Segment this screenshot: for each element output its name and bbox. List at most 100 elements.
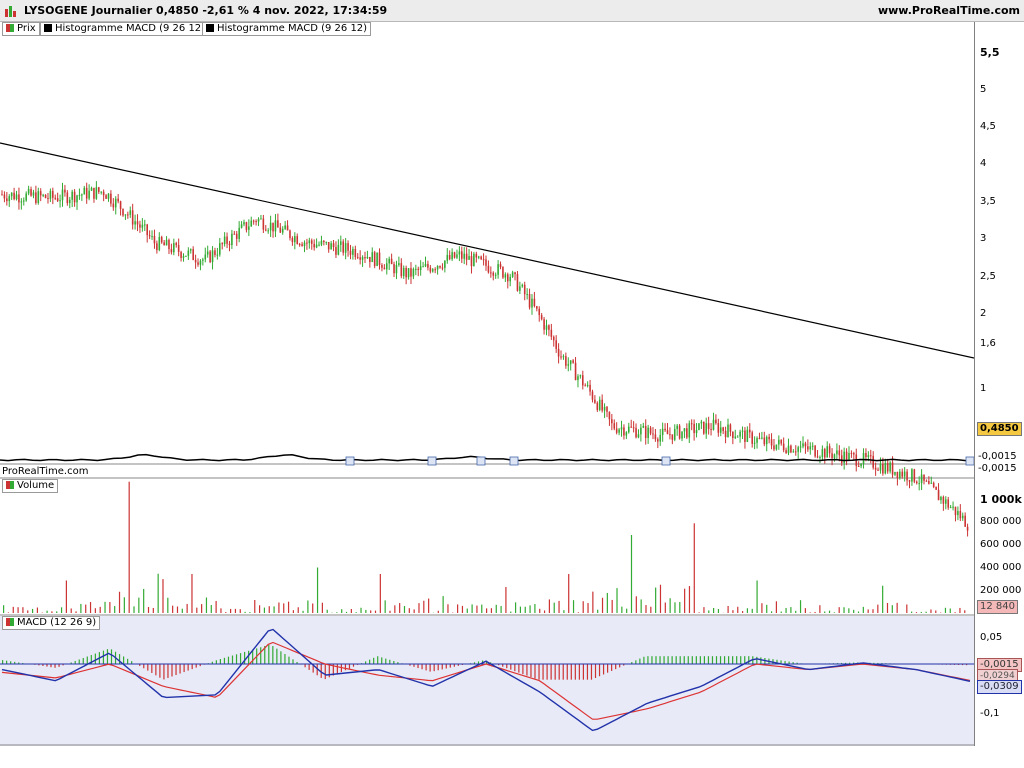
price-candle (732, 431, 734, 438)
volume-bar (688, 586, 691, 613)
volume-bar (3, 605, 5, 613)
price-candle (850, 452, 853, 454)
price-candle (112, 203, 115, 208)
hist-legend-1-swatch (44, 24, 52, 32)
price-candle (773, 445, 775, 450)
price-candle (136, 221, 139, 225)
macd-histogram-bar (538, 664, 540, 680)
macd-tick: -0,1 (980, 708, 1000, 719)
price-candle (899, 471, 901, 479)
price-candle (860, 463, 862, 467)
price-candle (173, 243, 175, 253)
macd-legend[interactable]: MACD (12 26 9) (2, 616, 101, 630)
price-candle (652, 433, 654, 435)
price-candle (908, 480, 911, 482)
last-volume-tag: 12 840 (977, 600, 1018, 614)
price-candle (56, 198, 59, 202)
macd-histogram-bar (510, 664, 512, 670)
macd-histogram-bar (611, 664, 613, 671)
watermark: ProRealTime.com (2, 466, 89, 477)
price-candle (630, 426, 632, 428)
volume-bar (379, 574, 381, 613)
price-candle (98, 187, 100, 192)
volume-bar (17, 607, 19, 613)
volume-bar (548, 599, 550, 613)
hist-legend-2[interactable]: Histogramme MACD (9 26 12) (202, 22, 372, 36)
volume-bar (770, 611, 773, 613)
volume-legend-label: Volume (17, 480, 55, 491)
hist-label: -0,0015 (978, 451, 1017, 462)
macd-histogram-bar (703, 656, 705, 664)
price-candle (310, 240, 313, 244)
volume-bar (650, 606, 652, 613)
volume-bar (273, 606, 275, 613)
price-candle (799, 446, 802, 448)
macd-histogram-bar (598, 664, 601, 677)
price-candle (427, 263, 429, 268)
price-candle (431, 269, 434, 272)
macd-histogram-bar (594, 664, 597, 679)
price-candle (8, 196, 11, 202)
macd-histogram-bar (385, 658, 387, 664)
price-candle (151, 236, 153, 238)
volume-bar (529, 605, 531, 613)
price-candle (177, 245, 180, 252)
volume-bar (355, 612, 357, 613)
hist-legend-1[interactable]: Histogramme MACD (9 26 12) (40, 22, 210, 36)
price-candle (548, 325, 550, 330)
volume-bar (693, 523, 695, 613)
price-candle (540, 315, 543, 320)
volume-bar (490, 608, 493, 613)
price-candle (642, 426, 645, 428)
hist-legend-1-label: Histogramme MACD (9 26 12) (55, 23, 206, 34)
price-candle (756, 438, 758, 443)
volume-bar (94, 608, 96, 613)
price-candle (308, 240, 311, 244)
price-candle (202, 259, 204, 261)
volume-bar (732, 610, 734, 613)
volume-bar (558, 600, 560, 613)
price-candle (18, 194, 20, 203)
volume-bar (626, 608, 628, 613)
macd-histogram-bar (663, 656, 665, 664)
price-candle (879, 463, 882, 471)
hist-legend-2-swatch (206, 24, 214, 32)
volume-bar (853, 609, 855, 613)
volume-bar (268, 606, 270, 613)
price-candle (262, 218, 265, 230)
macd-histogram-bar (683, 656, 685, 664)
hist-label: -0,0015 (978, 463, 1017, 474)
volume-bar (717, 608, 720, 613)
price-candle (10, 192, 13, 197)
price-candle (231, 233, 233, 246)
macd-histogram-bar (280, 651, 282, 664)
price-candle (673, 428, 676, 440)
macd-histogram-bar (607, 664, 609, 673)
price-candle (170, 249, 173, 253)
price-candle (884, 463, 887, 474)
volume-bar (611, 599, 613, 613)
volume-bar (128, 481, 130, 613)
price-candle (185, 255, 187, 257)
volume-bar (60, 607, 63, 613)
site-link[interactable]: www.ProRealTime.com (878, 4, 1020, 17)
volume-legend[interactable]: Volume (2, 479, 59, 493)
price-legend[interactable]: Prix (2, 22, 40, 36)
macd-histogram-bar (106, 649, 109, 664)
volume-bar (891, 605, 893, 613)
macd-histogram-bar (377, 656, 379, 664)
price-candle (836, 450, 838, 455)
price-candle (81, 194, 83, 196)
price-candle (366, 256, 369, 259)
bar-chart-icon[interactable] (4, 5, 18, 17)
volume-bar (138, 597, 140, 613)
price-candle (76, 195, 78, 203)
price-candle (932, 482, 935, 487)
price-candle (156, 243, 158, 251)
price-candle (199, 260, 202, 265)
macd-histogram-bar (655, 656, 657, 664)
price-candle (891, 462, 894, 475)
macd-histogram-bar (143, 664, 145, 669)
price-candle (865, 453, 867, 457)
chart-canvas[interactable]: avr.maijuinjuil.aoûtsept.oct.nov.déc.202… (0, 22, 974, 746)
